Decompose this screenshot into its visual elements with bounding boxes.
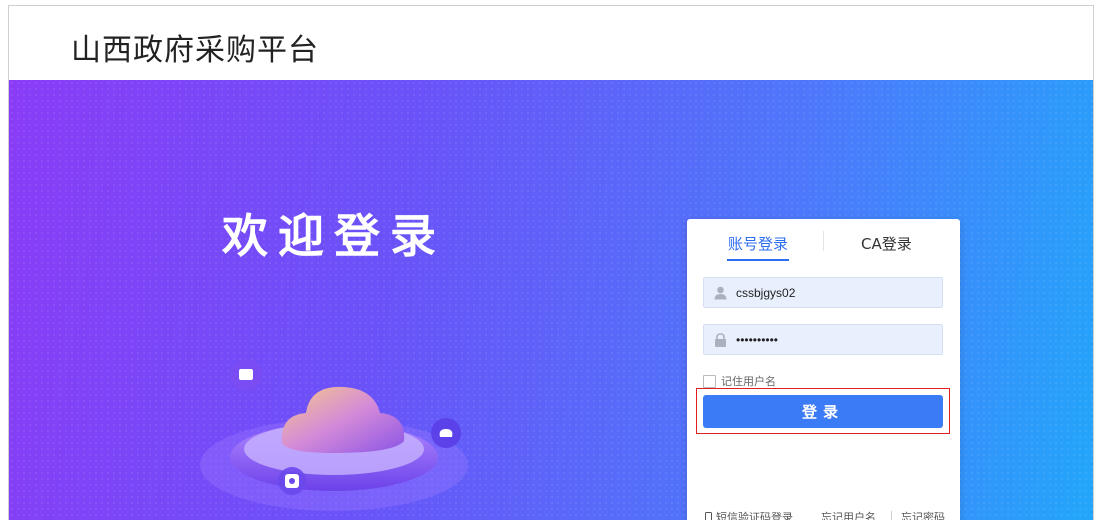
page-frame: 山西政府采购平台 欢迎登录 账号登录 CA登录 cssbjgys02 •••••… bbox=[8, 5, 1094, 520]
folder-badge-icon bbox=[230, 359, 262, 391]
tab-divider bbox=[823, 231, 824, 251]
upload-badge-icon bbox=[431, 418, 461, 448]
forgot-password-link[interactable]: 忘记密码 bbox=[901, 509, 945, 520]
settings-badge-icon bbox=[278, 467, 306, 495]
login-button[interactable]: 登录 bbox=[703, 395, 943, 428]
cloud-illustration bbox=[200, 359, 468, 511]
site-title: 山西政府采购平台 bbox=[71, 33, 319, 68]
tab-ca-login[interactable]: CA登录 bbox=[861, 233, 912, 254]
username-input[interactable] bbox=[736, 278, 936, 307]
login-tabs: 账号登录 CA登录 bbox=[687, 219, 960, 263]
active-tab-indicator bbox=[727, 259, 789, 261]
sms-login-link[interactable]: 短信验证码登录 bbox=[705, 509, 793, 520]
forgot-username-link[interactable]: 忘记用户名 bbox=[821, 509, 876, 520]
site-header: 山西政府采购平台 bbox=[9, 6, 1093, 80]
sms-login-label: 短信验证码登录 bbox=[716, 511, 793, 520]
remember-username[interactable]: 记住用户名 bbox=[703, 373, 776, 389]
login-card: 账号登录 CA登录 记住用户名 bbox=[687, 219, 960, 520]
login-banner: 欢迎登录 账号登录 CA登录 cssbjgys02 •••••••••• 记住用… bbox=[9, 80, 1093, 520]
remember-label: 记住用户名 bbox=[721, 375, 776, 388]
link-divider bbox=[891, 511, 892, 520]
lock-icon bbox=[715, 333, 726, 347]
welcome-heading: 欢迎登录 bbox=[222, 209, 446, 263]
user-icon bbox=[714, 286, 727, 300]
phone-icon bbox=[705, 512, 712, 520]
password-input[interactable] bbox=[736, 325, 936, 354]
password-field[interactable] bbox=[703, 324, 943, 355]
username-field[interactable] bbox=[703, 277, 943, 308]
remember-checkbox[interactable] bbox=[703, 374, 716, 388]
tab-account-login[interactable]: 账号登录 bbox=[728, 233, 788, 254]
